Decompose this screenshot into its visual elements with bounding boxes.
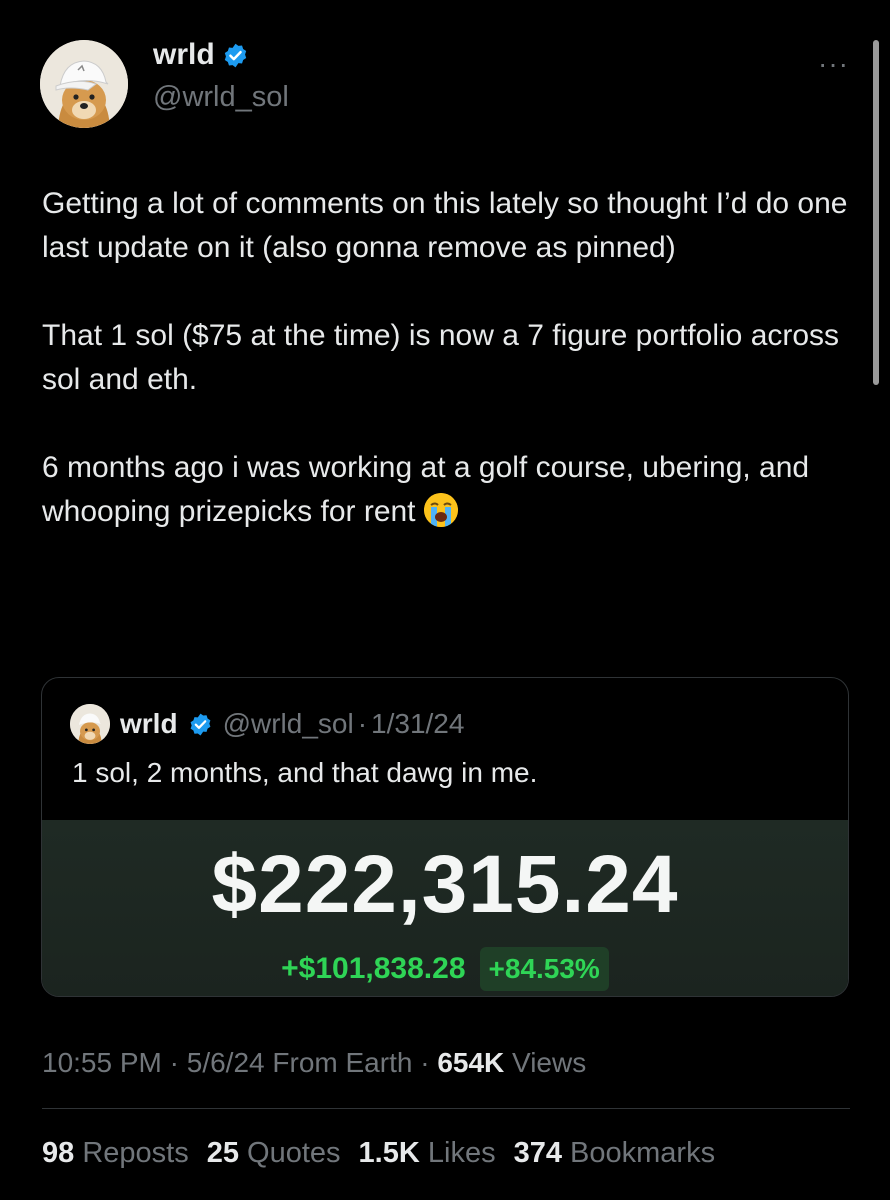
author-name[interactable]: wrld — [153, 38, 215, 72]
divider — [42, 1108, 850, 1109]
engagement-stats: 98 Reposts 25 Quotes 1.5K Likes 374 Book… — [42, 1137, 715, 1170]
reposts-label: Reposts — [82, 1137, 189, 1169]
separator-dot: · — [357, 708, 368, 739]
quotes-label: Quotes — [247, 1137, 341, 1169]
scrollbar[interactable] — [873, 40, 879, 385]
dog-avatar-icon — [70, 704, 110, 744]
views-count: 654K — [437, 1047, 505, 1078]
reposts-count: 98 — [42, 1137, 75, 1169]
loudly-crying-face-icon — [423, 493, 458, 527]
quoted-tweet[interactable]: wrld @wrld_sol · 1/31/24 1 sol, 2 months, … — [41, 677, 849, 997]
reposts-link[interactable]: 98 Reposts — [42, 1137, 189, 1170]
quoted-author-name: wrld — [120, 708, 178, 739]
portfolio-balance: $222,315.24 — [211, 839, 679, 930]
author-block: wrld @wrld_sol — [153, 38, 289, 114]
tweet-text: Getting a lot of comments on this lately… — [42, 182, 852, 534]
likes-link[interactable]: 1.5K Likes — [359, 1137, 496, 1170]
verified-badge-icon — [190, 713, 210, 735]
quoted-media-image[interactable]: $222,315.24 +$101,838.28 +84.53% — [42, 820, 848, 996]
tweet-paragraph: Getting a lot of comments on this lately… — [42, 187, 848, 264]
quoted-avatar — [70, 704, 110, 744]
bookmarks-count: 374 — [513, 1137, 562, 1169]
quotes-link[interactable]: 25 Quotes — [207, 1137, 341, 1170]
tweet-meta: 10:55 PM · 5/6/24 From Earth · 654K View… — [42, 1047, 587, 1078]
tweet-source: From Earth — [272, 1047, 413, 1078]
likes-label: Likes — [427, 1137, 496, 1169]
bookmarks-label: Bookmarks — [570, 1137, 716, 1169]
portfolio-change-amount: +$101,838.28 — [281, 952, 466, 985]
more-options-button[interactable]: ··· — [818, 48, 849, 80]
portfolio-change-row: +$101,838.28 +84.53% — [42, 947, 848, 991]
quoted-author-handle: @wrld_sol — [222, 708, 354, 739]
quoted-date: 1/31/24 — [371, 708, 465, 739]
tweet-paragraph: 6 months ago i was working at a golf cou… — [42, 446, 852, 534]
portfolio-change-percent: +84.53% — [479, 947, 609, 991]
tweet-paragraph: That 1 sol ($75 at the time) is now a 7 … — [42, 319, 840, 396]
tweet-time[interactable]: 10:55 PM — [42, 1047, 162, 1078]
author-handle[interactable]: @wrld_sol — [153, 81, 289, 114]
views-label: Views — [512, 1047, 587, 1078]
avatar[interactable] — [40, 40, 128, 128]
bookmarks-link[interactable]: 374 Bookmarks — [514, 1137, 716, 1170]
quoted-tweet-header: wrld @wrld_sol · 1/31/24 — [70, 704, 464, 744]
quoted-text: 1 sol, 2 months, and that dawg in me. — [72, 757, 538, 788]
quotes-count: 25 — [206, 1137, 239, 1169]
dog-avatar-icon — [40, 40, 128, 128]
likes-count: 1.5K — [358, 1137, 420, 1169]
verified-badge-icon — [224, 43, 246, 67]
tweet-date[interactable]: 5/6/24 — [187, 1047, 265, 1078]
